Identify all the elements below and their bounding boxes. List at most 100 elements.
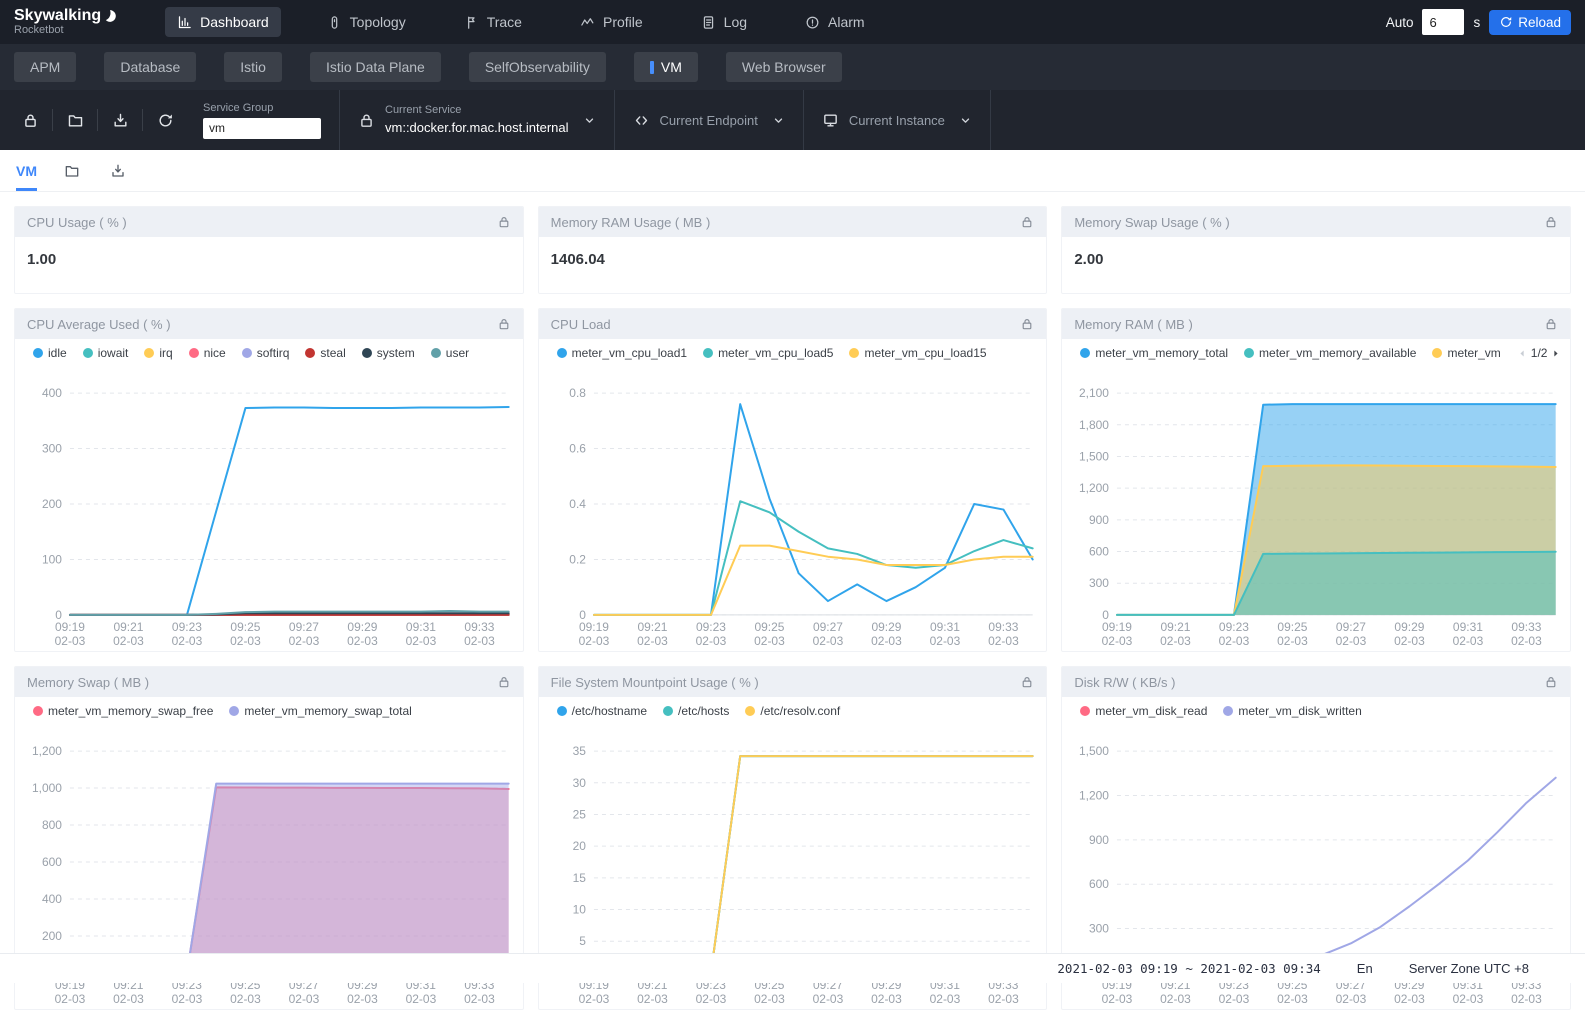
legend-item--etc-hostname[interactable]: /etc/hostname bbox=[557, 704, 647, 718]
dashboard-tab-vm[interactable]: VM bbox=[16, 150, 37, 191]
legend-item-softirq[interactable]: softirq bbox=[242, 346, 290, 360]
legend-item-meter-vm-cpu-load5[interactable]: meter_vm_cpu_load5 bbox=[703, 346, 833, 360]
server-zone[interactable]: Server Zone UTC +8 bbox=[1409, 961, 1529, 976]
code-icon bbox=[633, 112, 650, 129]
time-range-picker[interactable]: 2021-02-03 09:19 ~ 2021-02-03 09:34 bbox=[1057, 961, 1320, 976]
page-tab-apm[interactable]: APM bbox=[14, 52, 76, 82]
legend-prev-icon[interactable] bbox=[1517, 348, 1528, 359]
nav-alarm[interactable]: Alarm bbox=[793, 7, 877, 37]
chart-card-cpu-load: CPU Load meter_vm_cpu_load1 meter_vm_cpu_… bbox=[538, 308, 1048, 652]
reload-button[interactable]: Reload bbox=[1489, 10, 1571, 35]
page-tab-istio-data-plane[interactable]: Istio Data Plane bbox=[310, 52, 441, 82]
legend-dot bbox=[1432, 348, 1442, 358]
current-service-selector[interactable]: Current Service vm::docker.for.mac.host.… bbox=[340, 104, 614, 137]
chart-title: Memory Swap ( MB ) bbox=[27, 675, 149, 690]
nav-profile[interactable]: Profile bbox=[568, 7, 655, 37]
nav-alarm-label: Alarm bbox=[828, 14, 865, 30]
top-navbar: Skywalking Rocketbot Dashboard Topology … bbox=[0, 0, 1585, 44]
stat-value: 2.00 bbox=[1062, 237, 1570, 282]
page-tab-database[interactable]: Database bbox=[104, 52, 196, 82]
legend-dot bbox=[663, 706, 673, 716]
app-logo[interactable]: Skywalking Rocketbot bbox=[14, 8, 117, 36]
legend-item-meter-vm-memory-swap-total[interactable]: meter_vm_memory_swap_total bbox=[229, 704, 411, 718]
page-tab-selfobservability[interactable]: SelfObservability bbox=[469, 52, 606, 82]
svg-text:09:19: 09:19 bbox=[579, 620, 609, 634]
legend-item-meter-vm-disk-written[interactable]: meter_vm_disk_written bbox=[1223, 704, 1361, 718]
svg-text:09:33: 09:33 bbox=[988, 620, 1018, 634]
svg-text:0.6: 0.6 bbox=[569, 442, 586, 456]
legend-dot bbox=[229, 706, 239, 716]
lock-icon[interactable] bbox=[497, 215, 511, 229]
refresh-templates-button[interactable] bbox=[148, 103, 182, 137]
page-tab-vm[interactable]: VM bbox=[634, 52, 698, 82]
current-instance-selector[interactable]: Current Instance bbox=[804, 112, 990, 129]
legend-dot bbox=[33, 706, 43, 716]
import-dashboard-button[interactable] bbox=[61, 160, 83, 182]
current-service-label: Current Service bbox=[385, 104, 569, 116]
lock-icon[interactable] bbox=[1020, 675, 1034, 689]
import-template-button[interactable] bbox=[58, 103, 92, 137]
svg-text:02-03: 02-03 bbox=[812, 634, 843, 648]
lock-icon[interactable] bbox=[1544, 215, 1558, 229]
legend-item-meter-vm-cpu-load15[interactable]: meter_vm_cpu_load15 bbox=[849, 346, 986, 360]
area-chart-memory-ram[interactable]: 03006009001,2001,5001,8002,10009:1902-03… bbox=[1062, 367, 1570, 652]
active-tab-indicator bbox=[650, 61, 654, 74]
legend-item-steal[interactable]: steal bbox=[305, 346, 345, 360]
lock-icon[interactable] bbox=[1020, 317, 1034, 331]
export-dashboard-button[interactable] bbox=[107, 160, 129, 182]
legend-item-system[interactable]: system bbox=[362, 346, 415, 360]
svg-text:09:23: 09:23 bbox=[696, 620, 726, 634]
nav-trace-label: Trace bbox=[487, 14, 522, 30]
nav-topology[interactable]: Topology bbox=[315, 7, 418, 37]
svg-text:02-03: 02-03 bbox=[230, 634, 261, 648]
legend-next-icon[interactable] bbox=[1550, 348, 1561, 359]
svg-text:09:21: 09:21 bbox=[113, 620, 143, 634]
chart-title: CPU Load bbox=[551, 317, 611, 332]
lock-icon[interactable] bbox=[1020, 215, 1034, 229]
svg-text:02-03: 02-03 bbox=[1336, 634, 1367, 648]
legend-item-idle[interactable]: idle bbox=[33, 346, 67, 360]
svg-text:02-03: 02-03 bbox=[578, 634, 609, 648]
service-group-input[interactable] bbox=[203, 118, 321, 139]
language-selector[interactable]: En bbox=[1357, 961, 1373, 976]
legend-item-meter-vm-memory-total[interactable]: meter_vm_memory_total bbox=[1080, 346, 1228, 360]
auto-unit: s bbox=[1473, 15, 1480, 30]
legend-dot bbox=[144, 348, 154, 358]
lock-icon[interactable] bbox=[1544, 317, 1558, 331]
legend-item-nice[interactable]: nice bbox=[189, 346, 226, 360]
current-endpoint-selector[interactable]: Current Endpoint bbox=[615, 112, 803, 129]
page-tab-istio[interactable]: Istio bbox=[224, 52, 282, 82]
lock-icon[interactable] bbox=[1544, 675, 1558, 689]
stat-value: 1406.04 bbox=[539, 237, 1047, 282]
chevron-down-icon bbox=[583, 114, 596, 127]
legend-item-meter-vm-cpu-load1[interactable]: meter_vm_cpu_load1 bbox=[557, 346, 687, 360]
legend-item-meter-vm-disk-read[interactable]: meter_vm_disk_read bbox=[1080, 704, 1207, 718]
card-title: CPU Usage ( % ) bbox=[27, 215, 127, 230]
legend-item--etc-hosts[interactable]: /etc/hosts bbox=[663, 704, 729, 718]
svg-text:02-03: 02-03 bbox=[406, 634, 437, 648]
alarm-icon bbox=[805, 15, 820, 30]
legend-item-meter-vm-memory-swap-free[interactable]: meter_vm_memory_swap_free bbox=[33, 704, 213, 718]
legend-item-meter-vm-memory-available[interactable]: meter_vm_memory_available bbox=[1244, 346, 1416, 360]
legend-item-meter-vm[interactable]: meter_vm bbox=[1432, 346, 1500, 360]
refresh-icon bbox=[1499, 15, 1513, 29]
legend-item-iowait[interactable]: iowait bbox=[83, 346, 129, 360]
nav-dashboard[interactable]: Dashboard bbox=[165, 7, 281, 37]
card-title: Memory RAM Usage ( MB ) bbox=[551, 215, 711, 230]
line-chart-cpu-load[interactable]: 00.20.40.60.809:1902-0309:2102-0309:2302… bbox=[539, 367, 1047, 652]
line-chart-cpu-average-used[interactable]: 010020030040009:1902-0309:2102-0309:2302… bbox=[15, 367, 523, 652]
legend-item--etc-resolv-conf[interactable]: /etc/resolv.conf bbox=[745, 704, 840, 718]
svg-text:02-03: 02-03 bbox=[1394, 634, 1425, 648]
auto-interval-input[interactable] bbox=[1422, 9, 1464, 35]
lock-icon[interactable] bbox=[497, 317, 511, 331]
export-template-button[interactable] bbox=[103, 103, 137, 137]
lock-icon[interactable] bbox=[497, 675, 511, 689]
legend-item-user[interactable]: user bbox=[431, 346, 469, 360]
nav-log[interactable]: Log bbox=[689, 7, 759, 37]
legend-item-irq[interactable]: irq bbox=[144, 346, 172, 360]
svg-text:15: 15 bbox=[572, 871, 586, 885]
lock-template-button[interactable] bbox=[13, 103, 47, 137]
svg-text:100: 100 bbox=[42, 552, 62, 566]
page-tab-web-browser[interactable]: Web Browser bbox=[726, 52, 842, 82]
nav-trace[interactable]: Trace bbox=[452, 7, 534, 37]
